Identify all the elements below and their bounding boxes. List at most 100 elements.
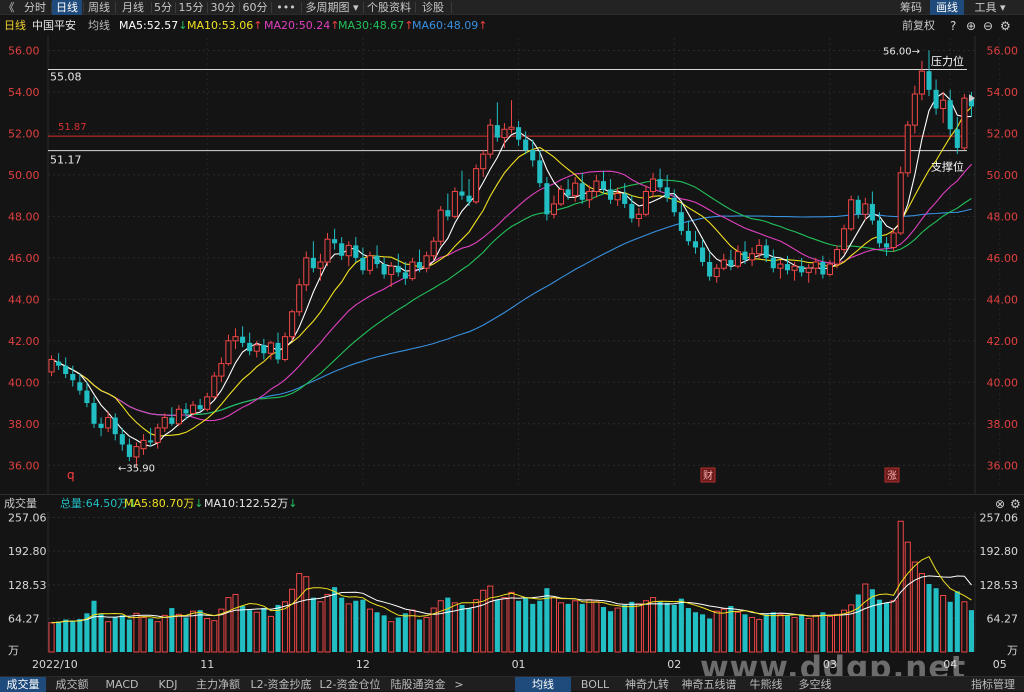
candle-body: [303, 257, 310, 286]
volume-bar: [777, 613, 784, 653]
overlay-tab-2[interactable]: 神奇九转: [619, 677, 675, 692]
volume-bar: [622, 604, 628, 652]
ma10-value: MA10:53.06↑: [187, 19, 263, 32]
volume-bar: [635, 603, 642, 653]
candle-body: [926, 71, 932, 90]
volume-bar: [140, 616, 147, 653]
candle-body: [218, 363, 225, 377]
period-tab-1[interactable]: 日线: [52, 0, 82, 15]
candle-body: [289, 311, 296, 338]
candle-body: [784, 264, 791, 271]
volume-bar: [784, 615, 791, 652]
candle-body: [820, 262, 826, 275]
volume-bar: [826, 615, 833, 653]
candle-body: [876, 220, 883, 244]
stock-name[interactable]: 中国平安: [32, 16, 76, 36]
overlay-tab-1[interactable]: BOLL: [572, 677, 618, 692]
zoom-in-icon[interactable]: ⊕: [966, 16, 976, 36]
y-tick-left: 36.00: [8, 459, 40, 472]
candle-body: [324, 238, 331, 263]
candle-body: [360, 257, 366, 271]
candle-body: [267, 342, 274, 354]
settings-icon[interactable]: ⚙: [1010, 495, 1021, 513]
level-label-mid: 51.87: [58, 122, 87, 133]
candle-body: [720, 259, 727, 269]
indicator-manage-button[interactable]: 指标管理: [964, 677, 1022, 692]
candle-body: [544, 183, 550, 215]
candle-body: [430, 240, 437, 257]
volume-bar: [253, 611, 260, 653]
volume-bar: [700, 614, 706, 652]
arrow-down-icon: ↓: [288, 497, 298, 510]
period-tab-0[interactable]: 分时: [20, 0, 50, 15]
tools-menu-button[interactable]: 工具 ▾: [966, 0, 1014, 15]
period-tab-8[interactable]: •••: [272, 0, 300, 15]
volume-bar: [642, 600, 649, 653]
restore-rights-button[interactable]: 前复权: [902, 16, 935, 36]
overlay-tab-3[interactable]: 神奇五线谱: [676, 677, 742, 692]
volume-bar: [805, 618, 812, 653]
candle-body: [459, 191, 465, 196]
indicator-tab-0[interactable]: 成交量: [0, 677, 46, 692]
chips-button[interactable]: 筹码: [894, 0, 928, 15]
volume-bar: [240, 605, 246, 652]
volume-bar: [516, 600, 522, 652]
close-icon[interactable]: ⊗: [995, 495, 1005, 513]
vol-tick-left: 257.06: [8, 512, 47, 525]
x-axis-label: 12: [356, 658, 370, 671]
volume-bar: [175, 613, 182, 653]
period-tab-7[interactable]: 60分: [240, 0, 270, 15]
volume-bar: [692, 612, 699, 652]
period-tab-3[interactable]: 月线: [116, 0, 150, 15]
volume-bar: [530, 603, 536, 652]
period-tab-5[interactable]: 15分: [176, 0, 206, 15]
period-tab-9[interactable]: 多周期图 ▾: [302, 0, 362, 15]
indicator-tab-3[interactable]: KDJ: [147, 677, 189, 692]
volume-bar: [63, 619, 69, 652]
candle-body: [445, 210, 451, 217]
candle-body: [366, 255, 374, 271]
volume-bar: [169, 608, 175, 652]
volume-bar: [911, 561, 918, 653]
period-tab-4[interactable]: 5分: [152, 0, 174, 15]
indicator-tab-2[interactable]: MACD: [98, 677, 146, 692]
y-tick-right: 44.00: [987, 293, 1019, 306]
period-tab-11[interactable]: 诊股: [416, 0, 450, 15]
candle-body: [119, 434, 125, 445]
volume-bar: [161, 614, 168, 653]
period-tab-2[interactable]: 周线: [84, 0, 114, 15]
price-chart[interactable]: 56.00 56.00 54.00 54.00 52.00 52.00 50.00 50.00…: [0, 36, 1024, 494]
y-tick-right: 38.00: [987, 418, 1019, 431]
volume-bar: [402, 613, 408, 652]
overlay-tab-5[interactable]: 多空线: [790, 677, 840, 692]
settings-icon[interactable]: ⚙: [1000, 16, 1011, 36]
volume-bar: [713, 610, 720, 653]
draw-line-button[interactable]: 画线: [930, 0, 964, 15]
candle-body: [700, 247, 706, 262]
period-tab-6[interactable]: 30分: [208, 0, 238, 15]
volume-label[interactable]: 成交量: [4, 495, 37, 513]
candle-body: [833, 249, 841, 265]
y-tick-left: 52.00: [8, 127, 40, 140]
ma5-value: MA5:52.57↓: [119, 19, 188, 32]
overlay-tab-0[interactable]: 均线: [515, 677, 571, 692]
indicator-tab-8[interactable]: >: [452, 677, 466, 692]
ma-label[interactable]: 均线: [88, 16, 110, 36]
indicator-tab-7[interactable]: 陆股通资金: [385, 677, 451, 692]
period-tab-10[interactable]: 个股资料: [364, 0, 414, 15]
indicator-tab-1[interactable]: 成交额: [47, 677, 97, 692]
indicator-tab-4[interactable]: 主力净额: [190, 677, 246, 692]
candle-body: [600, 181, 607, 190]
volume-bar: [933, 588, 939, 652]
indicator-tab-6[interactable]: L2-资金仓位: [316, 677, 384, 692]
volume-bar: [501, 597, 508, 653]
back-icon[interactable]: 《: [2, 0, 16, 15]
zoom-out-icon[interactable]: ⊖: [983, 16, 993, 36]
indicator-tab-5[interactable]: L2-资金抄底: [247, 677, 315, 692]
y-tick-right: 50.00: [987, 169, 1019, 182]
volume-bar: [183, 617, 189, 652]
candle-body: [84, 390, 90, 404]
volume-bar: [671, 604, 677, 652]
help-icon[interactable]: ?: [950, 16, 956, 36]
overlay-tab-4[interactable]: 牛熊线: [743, 677, 789, 692]
